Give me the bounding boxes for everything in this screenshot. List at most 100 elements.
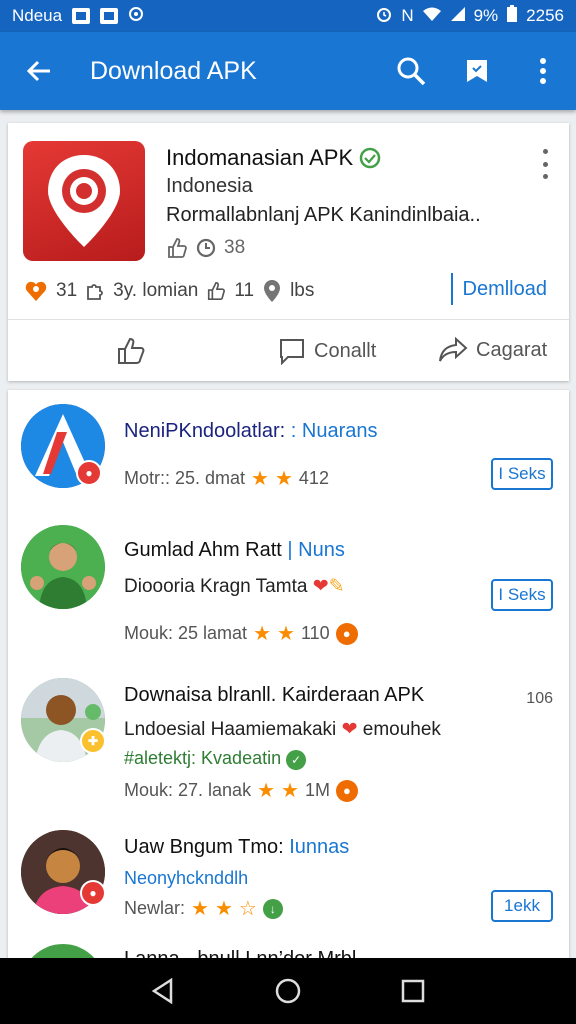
item-subtitle-2-text: #aletektj: Kvadeatin (124, 748, 282, 768)
location-notification-icon (128, 6, 144, 27)
item-title: Downaisa blranll. Kairderaan APK (124, 684, 425, 706)
item-subtitle-text: Lndoesial Haamiemakaki (124, 719, 337, 740)
item-subtitle: Dioooria Kragn Tamta ❤✎ (124, 575, 345, 598)
star-icon: ★ (281, 780, 299, 802)
item-title: Uaw Bngum Tmo: Iunnas (124, 836, 349, 859)
app-name-text: Indomanasian APK (166, 145, 354, 170)
back-button[interactable] (0, 32, 78, 110)
person-avatar-icon (21, 525, 105, 609)
user-badge-icon: ● (80, 880, 106, 906)
status-bar: Ndeua N 9% 2256 (0, 0, 576, 32)
item-meta: Newlar: ★ ★ ☆ ↓ (124, 896, 283, 921)
app-meta: 38 (166, 237, 245, 259)
map-pin-icon (48, 155, 120, 247)
item-title-text: Gumlad Ahm Ratt (124, 539, 282, 561)
triangle-back-icon (151, 978, 172, 1004)
bookmark-icon (467, 60, 487, 82)
star-half-icon: ☆ (238, 898, 257, 920)
app-country: Indonesia (166, 175, 253, 197)
app-list: ● NeniPKndoolatlar: : Nuarans Motr:: 25.… (8, 390, 569, 970)
system-nav-bar (0, 958, 576, 1024)
item-meta-text: Newlar: (124, 898, 186, 918)
item-subtitle-suffix: emouhek (362, 719, 441, 740)
page-title: Download APK (90, 56, 257, 85)
thumbs-up-icon (168, 238, 187, 258)
app-stats: 31 3y. lomian 11 lbs (24, 279, 314, 303)
card-actions: Conallt Cagarat (8, 321, 569, 381)
clock-icon (196, 238, 216, 258)
item-meta-count: 1M (304, 780, 330, 800)
item-meta-count: 412 (298, 468, 329, 488)
comment-icon (280, 339, 304, 365)
item-title: NeniPKndoolatlar: : Nuarans (124, 420, 378, 443)
item-title: Gumlad Ahm Ratt | Nuns (124, 539, 345, 562)
user-badge-icon: ● (76, 460, 102, 486)
download-button[interactable]: Demlload (450, 273, 547, 305)
more-vert-icon (540, 58, 546, 84)
comment-button[interactable]: Conallt (278, 337, 376, 365)
item-tag: : Nuarans (290, 420, 378, 442)
star-badge-icon: ✚ (80, 728, 106, 754)
status-time: 2256 (526, 6, 564, 25)
puzzle-icon (87, 284, 104, 300)
coin-icon: ● (335, 622, 358, 645)
item-subtitle: Lndoesial Haamiemakaki ❤ emouhek (124, 718, 441, 741)
item-action-button[interactable]: 1ekk (491, 890, 553, 922)
item-subtitle-text: Dioooria Kragn Tamta (124, 576, 308, 597)
heart-shield-icon: ❤ (341, 719, 358, 740)
stat-b: 3y. lomian (113, 280, 199, 301)
signal-icon (450, 6, 466, 27)
battery-percent: 9% (473, 6, 499, 25)
star-icon: ★ (277, 623, 295, 645)
app-icon (23, 141, 145, 261)
thumbs-up-small-icon (208, 281, 226, 300)
item-meta: Mouk: 27. lanak ★ ★ 1M ● (124, 778, 358, 803)
app-bar: Download APK (0, 32, 576, 110)
heart-badge-icon (25, 281, 47, 301)
nav-home-button[interactable] (258, 961, 318, 1021)
item-meta: Motr:: 25. dmat ★ ★ 412 (124, 466, 329, 491)
item-right-count: 106 (526, 690, 553, 707)
verified-badge-icon (359, 147, 381, 169)
star-icon: ★ (257, 780, 276, 802)
featured-app-card[interactable]: Indomanasian APK Indonesia Rormallabnlan… (8, 123, 569, 381)
green-check-icon: ✓ (286, 750, 307, 770)
nav-recents-button[interactable] (383, 961, 443, 1021)
app-description: Rormallabnlanj APK Kanindinlbaia.. (166, 204, 481, 226)
share-button[interactable]: Cagarat (438, 337, 547, 363)
overflow-menu-button[interactable] (510, 38, 576, 104)
comment-label: Conallt (314, 339, 377, 362)
star-icon: ★ (214, 898, 233, 920)
stat-a: 31 (56, 280, 78, 301)
star-icon: ★ (191, 898, 209, 920)
location-pin-icon (264, 280, 281, 302)
image-notification-icon (72, 8, 91, 24)
app-meta-count: 38 (224, 237, 246, 258)
wifi-icon (422, 6, 442, 27)
item-meta: Mouk: 25 lamat ★ ★ 110 ● (124, 621, 358, 646)
item-meta-text: Motr:: 25. dmat (124, 468, 246, 488)
status-carrier-text: Ndeua (12, 6, 63, 25)
item-subtitle: Neonyhcknddlh (124, 868, 249, 888)
avatar (21, 525, 105, 609)
search-button[interactable] (378, 38, 444, 104)
card-divider (8, 319, 569, 320)
nav-back-button[interactable] (133, 961, 193, 1021)
heart-emoji-icon: ❤ (312, 576, 329, 597)
like-icon (118, 337, 145, 364)
item-meta-count: 110 (300, 623, 330, 643)
star-icon: ★ (274, 468, 293, 490)
item-action-button[interactable]: I Seks (491, 579, 553, 611)
bookmark-button[interactable] (444, 38, 510, 104)
like-button[interactable] (116, 337, 146, 365)
app-name: Indomanasian APK (166, 145, 381, 171)
item-action-button[interactable]: I Seks (491, 458, 553, 490)
battery-icon (506, 4, 518, 28)
square-recents-icon (402, 979, 425, 1003)
item-tag: | Nuns (287, 539, 345, 561)
item-title-text: NeniPKndoolatlar: (124, 420, 291, 442)
star-icon: ★ (253, 623, 271, 645)
feather-icon: ✎ (328, 576, 345, 597)
circle-home-icon (275, 978, 301, 1004)
card-more-button[interactable] (537, 149, 553, 179)
